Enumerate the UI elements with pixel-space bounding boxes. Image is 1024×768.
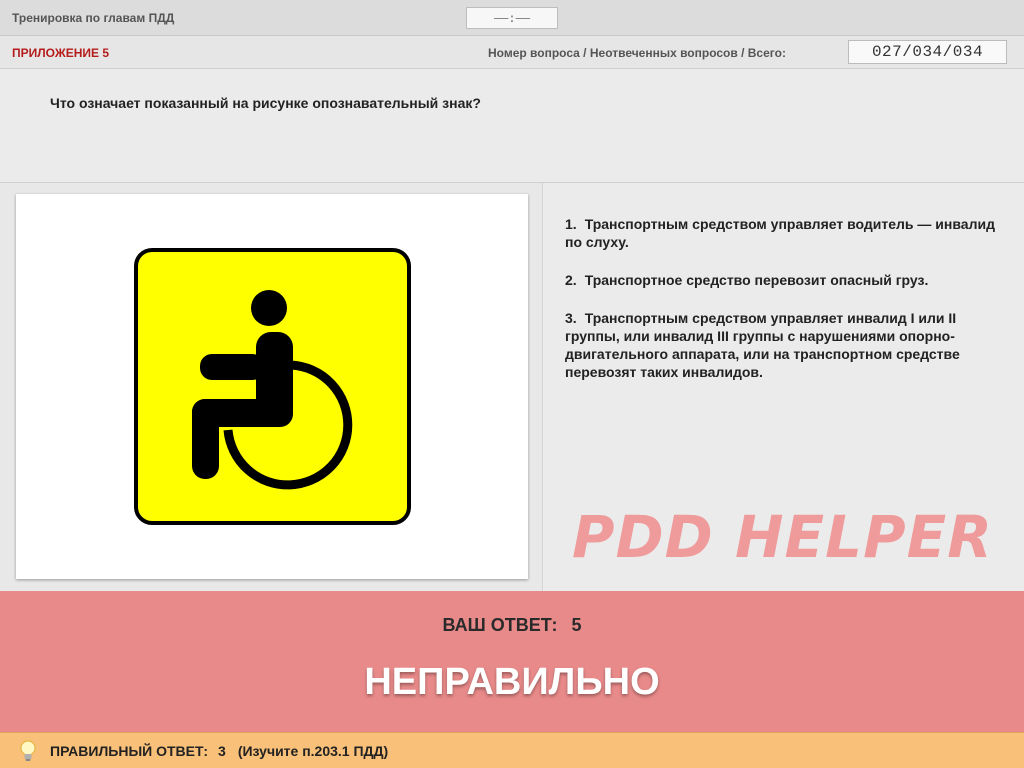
app-title: Тренировка по главам ПДД bbox=[12, 11, 175, 25]
answer-number: 2. bbox=[565, 272, 577, 288]
answer-option-1[interactable]: 1. Транспортным средством управляет водит… bbox=[565, 215, 1005, 251]
answer-option-3[interactable]: 3. Транспортным средством управляет инвал… bbox=[565, 309, 1005, 381]
question-counter-label: Номер вопроса / Неотвеченных вопросов / … bbox=[488, 46, 786, 60]
answer-option-2[interactable]: 2. Транспортное средство перевозит опасны… bbox=[565, 271, 1005, 289]
correct-answer: ПРАВИЛЬНЫЙ ОТВЕТ: 3 (Изучите п.203.1 ПДД) bbox=[50, 743, 388, 759]
answer-text: Транспортным средством управляет водител… bbox=[565, 216, 995, 250]
answer-text: Транспортным средством управляет инвалид… bbox=[565, 310, 960, 380]
answer-number: 3. bbox=[565, 310, 577, 326]
result-panel: ВАШ ОТВЕТ: 5 НЕПРАВИЛЬНО bbox=[0, 591, 1024, 732]
question-counter: 027/034/034 bbox=[848, 40, 1007, 64]
image-panel bbox=[0, 183, 543, 591]
correct-answer-value: 3 bbox=[218, 743, 226, 759]
timer-display: ——:—— bbox=[466, 7, 558, 29]
verdict-text: НЕПРАВИЛЬНО bbox=[364, 661, 660, 703]
footer-bar: ПРАВИЛЬНЫЙ ОТВЕТ: 3 (Изучите п.203.1 ПДД) bbox=[0, 732, 1024, 768]
correct-answer-label: ПРАВИЛЬНЫЙ ОТВЕТ: bbox=[50, 743, 209, 759]
question-image bbox=[16, 194, 528, 579]
top-bar: Тренировка по главам ПДД ——:—— bbox=[0, 0, 1024, 36]
answer-number: 1. bbox=[565, 216, 577, 232]
question-text: Что означает показанный на рисунке опозн… bbox=[50, 95, 481, 111]
wheelchair-sign-icon bbox=[134, 248, 411, 525]
appendix-label[interactable]: ПРИЛОЖЕНИЕ 5 bbox=[12, 46, 109, 60]
watermark-logo: PDD HELPER bbox=[572, 503, 993, 571]
question-panel: Что означает показанный на рисунке опозн… bbox=[0, 69, 1024, 183]
answer-text: Транспортное средство перевозит опасный … bbox=[584, 272, 929, 288]
lightbulb-icon bbox=[20, 740, 36, 761]
your-answer-label: ВАШ ОТВЕТ: bbox=[442, 615, 558, 635]
info-bar: ПРИЛОЖЕНИЕ 5 Номер вопроса / Неотвеченны… bbox=[0, 36, 1024, 69]
your-answer-value: 5 bbox=[571, 615, 582, 635]
your-answer: ВАШ ОТВЕТ: 5 bbox=[0, 615, 1024, 636]
rule-hint[interactable]: (Изучите п.203.1 ПДД) bbox=[238, 743, 388, 759]
